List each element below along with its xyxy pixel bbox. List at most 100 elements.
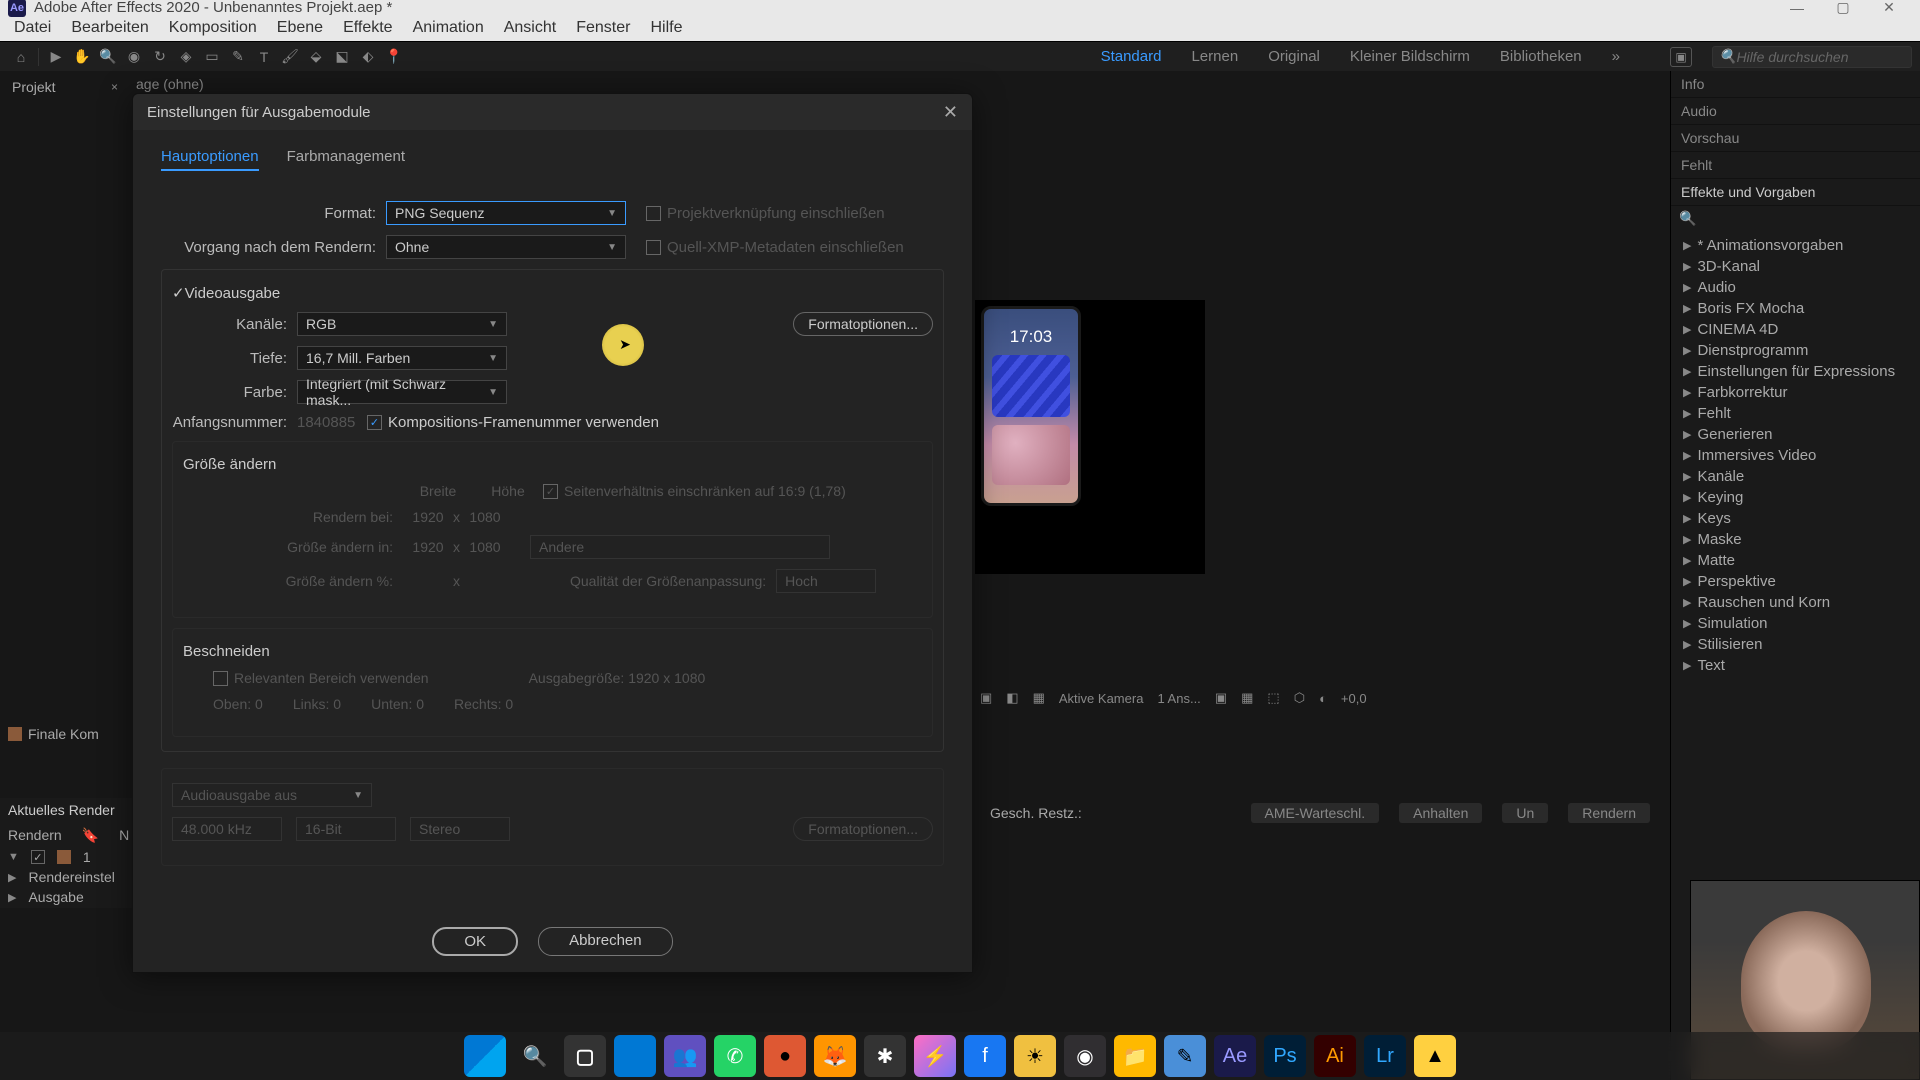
viewer-ctrl-icon[interactable]: ◐: [1319, 691, 1327, 706]
file-explorer-icon[interactable]: 📁: [1114, 1035, 1156, 1077]
disclosure-icon[interactable]: ▶: [1683, 512, 1691, 525]
disclosure-icon[interactable]: ▶: [1683, 386, 1691, 399]
workspace-bibliotheken[interactable]: Bibliotheken: [1500, 48, 1582, 65]
tab-hauptoptionen[interactable]: Hauptoptionen: [161, 148, 259, 171]
disclosure-icon[interactable]: ▶: [1683, 344, 1691, 357]
fx-item[interactable]: * Animationsvorgaben: [1697, 237, 1843, 254]
dialog-close-button[interactable]: ✕: [943, 102, 958, 123]
disclosure-icon[interactable]: ▶: [1683, 575, 1691, 588]
photoshop-icon[interactable]: Ps: [1264, 1035, 1306, 1077]
workspace-standard[interactable]: Standard: [1101, 48, 1162, 65]
obs-icon[interactable]: ◉: [1064, 1035, 1106, 1077]
comp-tab[interactable]: age (ohne): [136, 76, 204, 92]
effects-search-icon[interactable]: 🔍: [1679, 210, 1696, 227]
fx-item[interactable]: Generieren: [1697, 426, 1772, 443]
exposure-value[interactable]: +0,0: [1341, 691, 1367, 706]
rotate-tool-icon[interactable]: ↻: [147, 45, 173, 69]
effects-panel-header[interactable]: Effekte und Vorgaben: [1671, 179, 1920, 206]
disclosure-icon[interactable]: ▶: [1683, 239, 1691, 252]
fx-item[interactable]: Matte: [1697, 552, 1735, 569]
zoom-tool-icon[interactable]: 🔍: [95, 45, 121, 69]
render-settings-link[interactable]: Rendereinstel: [28, 869, 114, 885]
fx-item[interactable]: Text: [1697, 657, 1725, 674]
fx-item[interactable]: Immersives Video: [1697, 447, 1816, 464]
disclosure-icon[interactable]: ▶: [1683, 617, 1691, 630]
workspace-overflow-icon[interactable]: »: [1612, 48, 1620, 65]
menu-ansicht[interactable]: Ansicht: [494, 16, 566, 40]
stamp-tool-icon[interactable]: ⬙: [303, 45, 329, 69]
viewer-ctrl-icon[interactable]: ⬡: [1294, 690, 1305, 706]
brush-tool-icon[interactable]: 🖌: [277, 45, 303, 69]
menu-ebene[interactable]: Ebene: [267, 16, 333, 40]
snapshot-icon[interactable]: ▣: [1670, 47, 1692, 67]
render-checkbox[interactable]: ✓: [31, 850, 45, 864]
menu-datei[interactable]: Datei: [4, 16, 61, 40]
video-output-checkbox[interactable]: ✓: [172, 284, 185, 302]
roto-tool-icon[interactable]: ⬖: [355, 45, 381, 69]
workspace-lernen[interactable]: Lernen: [1191, 48, 1238, 65]
composition-viewer[interactable]: 17:03: [975, 300, 1205, 574]
fx-item[interactable]: Perspektive: [1697, 573, 1775, 590]
disclosure-icon[interactable]: ▶: [1683, 281, 1691, 294]
output-module-link[interactable]: Ausgabe: [28, 889, 83, 905]
whatsapp-icon[interactable]: ✆: [714, 1035, 756, 1077]
menu-hilfe[interactable]: Hilfe: [640, 16, 692, 40]
viewer-ctrl-icon[interactable]: ◧: [1006, 690, 1018, 706]
fx-item[interactable]: Farbkorrektur: [1697, 384, 1787, 401]
fx-item[interactable]: Audio: [1697, 279, 1735, 296]
disclosure-icon[interactable]: ▶: [1683, 554, 1691, 567]
app-icon-3[interactable]: ☀: [1014, 1035, 1056, 1077]
fx-item[interactable]: Keying: [1697, 489, 1743, 506]
pen-tool-icon[interactable]: ✎: [225, 45, 251, 69]
menu-fenster[interactable]: Fenster: [566, 16, 640, 40]
menu-animation[interactable]: Animation: [403, 16, 494, 40]
ok-button[interactable]: OK: [432, 927, 518, 956]
disclosure-icon[interactable]: ▶: [1683, 407, 1691, 420]
disclosure-icon[interactable]: ▶: [8, 871, 16, 884]
depth-dropdown[interactable]: 16,7 Mill. Farben▼: [297, 346, 507, 370]
disclosure-icon[interactable]: ▶: [1683, 470, 1691, 483]
lightroom-icon[interactable]: Lr: [1364, 1035, 1406, 1077]
viewer-ctrl-icon[interactable]: ⬚: [1267, 690, 1279, 706]
disclosure-icon[interactable]: ▶: [1683, 596, 1691, 609]
audio-panel-header[interactable]: Audio: [1671, 98, 1920, 125]
help-search-input[interactable]: 🔍 Hilfe durchsuchen: [1712, 46, 1912, 68]
disclosure-icon[interactable]: ▶: [1683, 428, 1691, 441]
firefox-icon[interactable]: 🦊: [814, 1035, 856, 1077]
close-window-button[interactable]: ✕: [1866, 0, 1912, 15]
disclosure-icon[interactable]: ▶: [1683, 302, 1691, 315]
app-icon-4[interactable]: ✎: [1164, 1035, 1206, 1077]
cancel-button[interactable]: Abbrechen: [538, 927, 673, 956]
fx-item[interactable]: Stilisieren: [1697, 636, 1762, 653]
disclosure-icon[interactable]: ▶: [8, 891, 16, 904]
disclosure-icon[interactable]: ▶: [1683, 260, 1691, 273]
views-dropdown[interactable]: 1 Ans...: [1157, 691, 1200, 706]
disclosure-icon[interactable]: ▶: [1683, 491, 1691, 504]
fx-item[interactable]: CINEMA 4D: [1697, 321, 1778, 338]
taskbar-search-icon[interactable]: 🔍: [514, 1035, 556, 1077]
fx-item[interactable]: Einstellungen für Expressions: [1697, 363, 1895, 380]
anchor-tool-icon[interactable]: ◈: [173, 45, 199, 69]
disclosure-icon[interactable]: ▶: [1683, 323, 1691, 336]
workspace-kleiner[interactable]: Kleiner Bildschirm: [1350, 48, 1470, 65]
ame-queue-button[interactable]: AME-Warteschl.: [1251, 803, 1380, 823]
info-panel-header[interactable]: Info: [1671, 71, 1920, 98]
active-camera-dropdown[interactable]: Aktive Kamera: [1059, 691, 1144, 706]
project-tab[interactable]: Projekt: [12, 79, 56, 95]
channels-dropdown[interactable]: RGB▼: [297, 312, 507, 336]
bottom-comp-item[interactable]: Finale Kom: [0, 722, 130, 746]
minimize-button[interactable]: —: [1774, 0, 1820, 15]
format-options-button[interactable]: Formatoptionen...: [793, 312, 933, 336]
fx-item[interactable]: Keys: [1697, 510, 1730, 527]
pause-button[interactable]: Anhalten: [1399, 803, 1482, 823]
viewer-ctrl-icon[interactable]: ▣: [980, 690, 992, 706]
messenger-icon[interactable]: ⚡: [914, 1035, 956, 1077]
app-icon-1[interactable]: ●: [764, 1035, 806, 1077]
maximize-button[interactable]: ▢: [1820, 0, 1866, 15]
fx-item[interactable]: Kanäle: [1697, 468, 1744, 485]
color-dropdown[interactable]: Integriert (mit Schwarz mask...▼: [297, 380, 507, 404]
workspace-original[interactable]: Original: [1268, 48, 1320, 65]
viewer-ctrl-icon[interactable]: ▦: [1033, 690, 1045, 706]
post-render-dropdown[interactable]: Ohne▼: [386, 235, 626, 259]
tab-farbmanagement[interactable]: Farbmanagement: [287, 148, 405, 171]
